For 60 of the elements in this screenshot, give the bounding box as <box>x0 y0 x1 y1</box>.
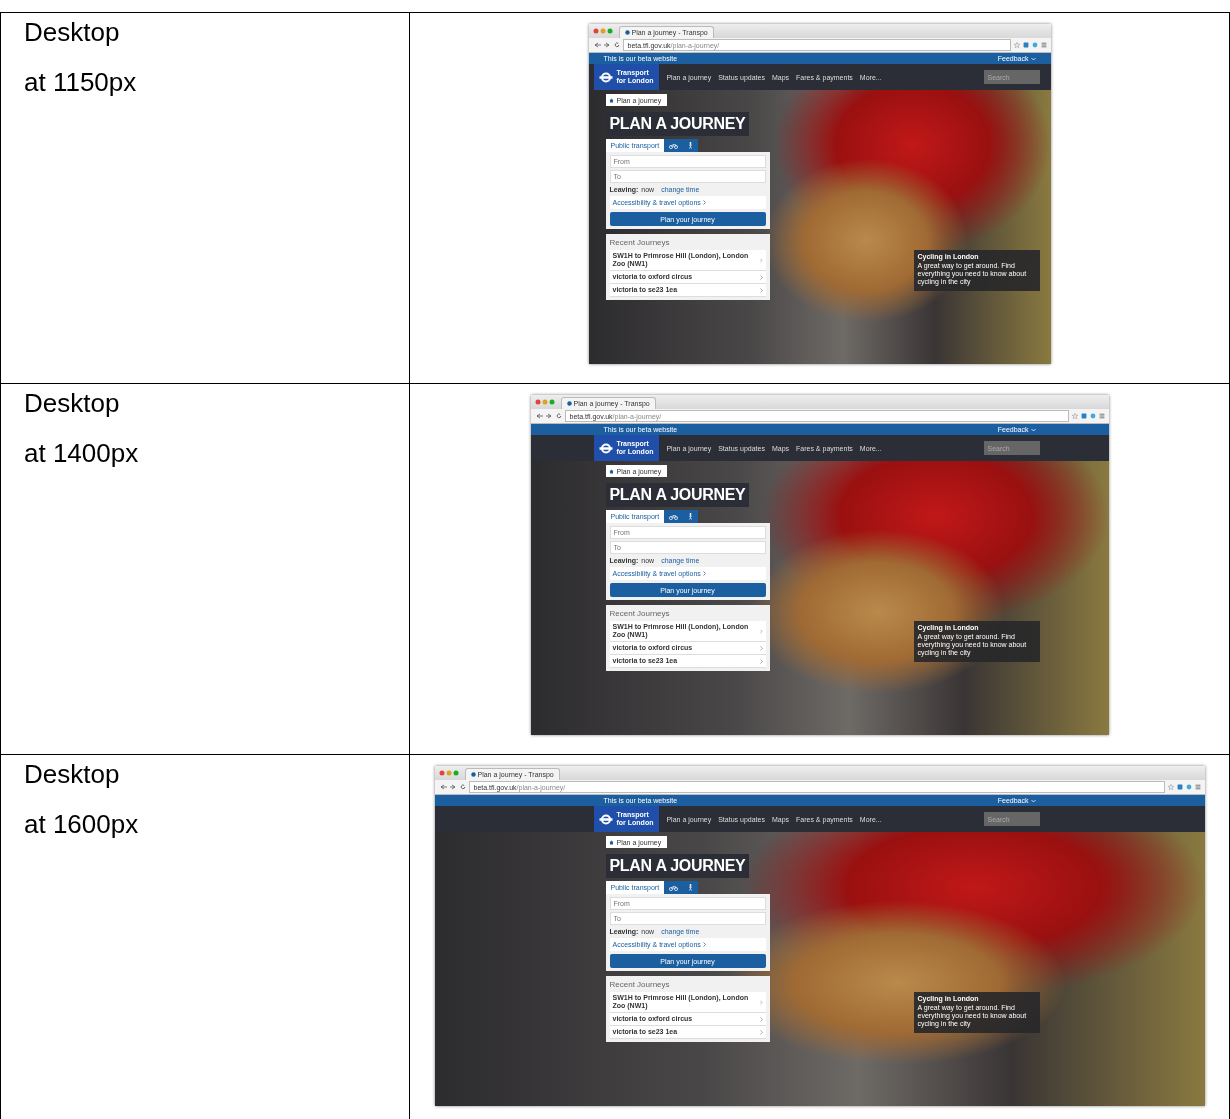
bicycle-icon <box>669 884 679 891</box>
menu-icon[interactable] <box>1098 413 1105 419</box>
device-label: Desktop <box>24 390 121 416</box>
menu-icon[interactable] <box>1040 42 1047 48</box>
walking-tab[interactable] <box>683 881 699 894</box>
chevron-icon <box>702 942 706 947</box>
reload-icon[interactable] <box>555 413 562 419</box>
chevron-down-icon <box>1030 798 1036 803</box>
panel-title: Recent Journeys <box>609 237 671 249</box>
chevron-icon <box>759 1029 763 1035</box>
bicycle-tab[interactable] <box>664 510 684 523</box>
bicycle-tab[interactable] <box>664 139 684 152</box>
walking-tab[interactable] <box>683 510 699 523</box>
menu-icon[interactable] <box>1194 784 1201 790</box>
globe-icon <box>566 401 572 406</box>
chevron-icon <box>702 571 706 576</box>
globe-icon <box>624 30 630 35</box>
reload-icon[interactable] <box>459 784 466 790</box>
page-title: PLAN A JOURNEY <box>605 112 750 136</box>
chevron-icon <box>702 200 706 205</box>
bicycle-tab[interactable] <box>664 881 684 894</box>
window-controls-icon[interactable] <box>438 770 459 776</box>
chevron-icon <box>759 658 763 664</box>
width-label: at 1150px <box>24 69 138 95</box>
star-icon[interactable] <box>1013 42 1020 48</box>
home-icon[interactable] <box>608 468 614 474</box>
walking-person-icon <box>688 513 694 520</box>
width-label: at 1400px <box>24 440 140 466</box>
page-title: PLAN A JOURNEY <box>605 854 750 878</box>
chevron-icon <box>760 999 763 1005</box>
walking-tab[interactable] <box>683 139 699 152</box>
navigation-arrows-icon[interactable] <box>534 413 553 419</box>
panel-title: Recent Journeys <box>609 979 671 991</box>
window-controls-icon[interactable] <box>534 399 555 405</box>
width-label: at 1600px <box>24 811 140 837</box>
chevron-icon <box>760 257 763 263</box>
navigation-arrows-icon[interactable] <box>592 42 611 48</box>
globe-icon <box>470 772 476 777</box>
device-label: Desktop <box>24 761 121 787</box>
chevron-icon <box>759 645 763 651</box>
star-icon[interactable] <box>1167 784 1174 790</box>
bicycle-icon <box>669 513 679 520</box>
home-icon[interactable] <box>608 839 614 845</box>
page-title: PLAN A JOURNEY <box>605 483 750 507</box>
chevron-icon <box>759 287 763 293</box>
home-icon[interactable] <box>608 97 614 103</box>
window-controls-icon[interactable] <box>592 28 613 34</box>
chevron-icon <box>759 274 763 280</box>
navigation-arrows-icon[interactable] <box>438 784 457 790</box>
chevron-icon <box>760 628 763 634</box>
star-icon[interactable] <box>1071 413 1078 419</box>
reload-icon[interactable] <box>613 42 620 48</box>
chevron-down-icon <box>1030 427 1036 432</box>
chevron-down-icon <box>1030 56 1036 61</box>
device-label: Desktop <box>24 19 121 45</box>
walking-person-icon <box>688 142 694 149</box>
panel-title: Recent Journeys <box>609 608 671 620</box>
chevron-icon <box>759 1016 763 1022</box>
bicycle-icon <box>669 142 679 149</box>
walking-person-icon <box>688 884 694 891</box>
